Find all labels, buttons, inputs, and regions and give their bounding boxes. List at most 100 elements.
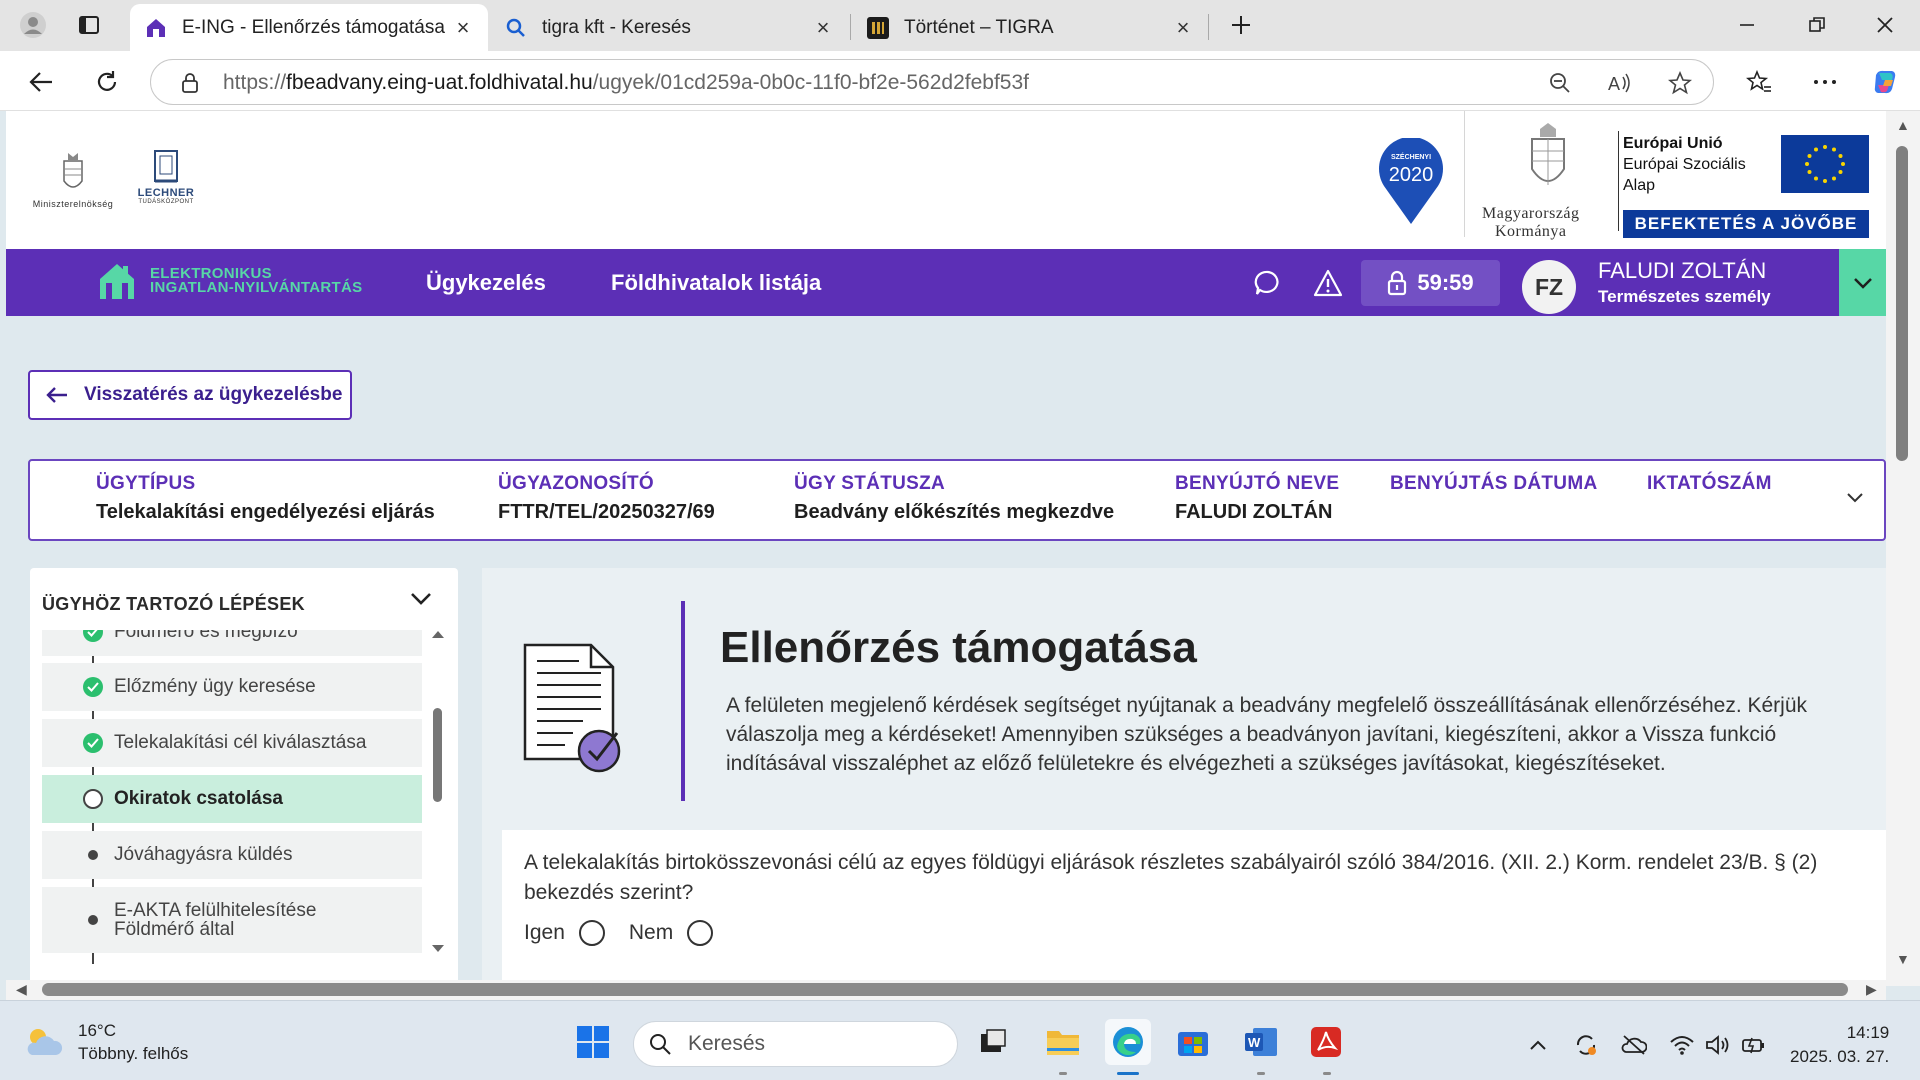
favorite-star-icon[interactable]: [1665, 68, 1695, 98]
case-info-bar: ÜGYTÍPUS Telekalakítási engedélyezési el…: [28, 459, 1886, 541]
check-icon: [83, 630, 103, 642]
eu-banner: BEFEKTETÉS A JÖVŐBE: [1623, 210, 1869, 238]
menu-foldhivatalok-listaja[interactable]: Földhivatalok listája: [611, 270, 821, 296]
arrow-left-icon: [46, 387, 67, 403]
chevron-up-icon[interactable]: [1524, 1031, 1552, 1059]
back-arrow-icon[interactable]: [22, 63, 60, 101]
title-accent-bar: [681, 601, 685, 801]
taskbar-search[interactable]: Keresés: [633, 1021, 958, 1067]
restore-icon[interactable]: [1792, 6, 1842, 44]
step-item[interactable]: Földmérő és megbízó: [42, 630, 422, 656]
read-aloud-icon[interactable]: A: [1605, 68, 1635, 98]
file-explorer-icon[interactable]: [1040, 1019, 1086, 1065]
scroll-left-icon[interactable]: ◀: [16, 981, 27, 998]
wifi-icon[interactable]: [1668, 1031, 1696, 1059]
close-tab-icon[interactable]: ×: [812, 16, 834, 39]
chevron-down-icon[interactable]: [1846, 491, 1864, 509]
profile-icon[interactable]: [18, 10, 48, 40]
step-item[interactable]: Jóváhagyásra küldés: [42, 831, 422, 879]
page-vertical-scrollbar[interactable]: ▲ ▼: [1886, 111, 1920, 986]
check-icon: [83, 677, 103, 697]
weather-widget[interactable]: 16°C Többny. felhős: [24, 1019, 188, 1065]
more-options-icon[interactable]: [1806, 63, 1844, 101]
radio-nem[interactable]: Nem: [629, 920, 714, 946]
search-icon: [650, 1034, 671, 1055]
sync-icon[interactable]: [1572, 1031, 1600, 1059]
page-content: Miniszterelnökség LECHNER TUDÁSKÖZPONT S…: [6, 111, 1886, 986]
app-brand[interactable]: ELEKTRONIKUS INGATLAN-NYILVÁNTARTÁS: [98, 261, 362, 301]
scroll-right-icon[interactable]: ▶: [1866, 981, 1877, 998]
tab-actions-icon[interactable]: [74, 10, 104, 40]
acrobat-icon[interactable]: [1303, 1019, 1349, 1065]
zoom-out-icon[interactable]: [1545, 68, 1575, 98]
avatar[interactable]: FZ: [1522, 260, 1576, 314]
step-item[interactable]: E-AKTA felülhitelesítése Földmérő által: [42, 887, 422, 953]
tab-label: Történet – TIGRA: [904, 16, 1054, 38]
warning-icon[interactable]: [1312, 267, 1344, 299]
chevron-down-icon[interactable]: [410, 592, 432, 611]
scroll-down-icon[interactable]: [428, 943, 448, 955]
scroll-up-icon[interactable]: [428, 628, 448, 640]
back-to-case-management-button[interactable]: Visszatérés az ügykezelésbe: [28, 370, 352, 420]
logo-strip: Miniszterelnökség LECHNER TUDÁSKÖZPONT S…: [6, 111, 1886, 249]
close-tab-icon[interactable]: ×: [452, 16, 474, 39]
search-icon: [504, 16, 528, 40]
close-window-icon[interactable]: [1860, 6, 1910, 44]
word-icon[interactable]: W: [1238, 1019, 1284, 1065]
search-placeholder: Keresés: [688, 1032, 766, 1055]
radio-igen[interactable]: Igen: [524, 920, 605, 946]
step-item[interactable]: Telekalakítási cél kiválasztása: [42, 719, 422, 767]
refresh-icon[interactable]: [88, 63, 126, 101]
lock-icon[interactable]: [175, 68, 205, 98]
new-tab-icon[interactable]: [1226, 10, 1256, 40]
step-item-current[interactable]: Okiratok csatolása: [42, 775, 422, 823]
answer-radio-group: Igen Nem: [524, 920, 737, 946]
brand-house-icon: [100, 264, 134, 299]
steps-scrollbar[interactable]: [428, 628, 448, 968]
lock-icon: [1388, 270, 1407, 296]
scrollbar-thumb[interactable]: [433, 708, 442, 802]
url-text: https://fbeadvany.eing-uat.foldhivatal.h…: [223, 71, 1029, 94]
clock-date: 2025. 03. 27.: [1790, 1047, 1890, 1066]
tab-e-ing[interactable]: E-ING - Ellenőrzés támogatása ×: [130, 4, 488, 51]
szechenyi-label: SZÉCHENYI: [1390, 154, 1432, 161]
radio-button[interactable]: [687, 920, 714, 946]
system-clock[interactable]: 14:19 2025. 03. 27.: [1790, 1021, 1889, 1069]
radio-button[interactable]: [578, 920, 605, 946]
menu-ugykezeles[interactable]: Ügykezelés: [426, 270, 546, 296]
lechner-logo-subtext: TUDÁSKÖZPONT: [138, 199, 194, 205]
eu-logo: Európai Unió Európai Szociális Alap BEFE…: [1623, 133, 1873, 238]
scrollbar-thumb[interactable]: [42, 983, 1848, 996]
step-item[interactable]: Előzmény ügy keresése: [42, 663, 422, 711]
scroll-down-icon[interactable]: ▼: [1896, 951, 1910, 967]
battery-icon[interactable]: [1740, 1031, 1768, 1059]
government-logo-text: Magyarország Kormánya: [1482, 205, 1580, 240]
case-steps-panel: ÜGYHÖZ TARTOZÓ LÉPÉSEK Földmérő és megbí…: [30, 568, 458, 986]
address-bar: https://fbeadvany.eing-uat.foldhivatal.h…: [0, 51, 1920, 111]
coat-of-arms-icon: [1526, 121, 1570, 206]
page-horizontal-scrollbar[interactable]: ◀ ▶: [6, 980, 1886, 1000]
store-icon[interactable]: [1170, 1019, 1216, 1065]
szechenyi-2020-logo: SZÉCHENYI 2020: [1378, 136, 1444, 226]
url-field[interactable]: https://fbeadvany.eing-uat.foldhivatal.h…: [150, 59, 1714, 105]
tab-tigra[interactable]: Történet – TIGRA ×: [852, 4, 1208, 51]
volume-icon[interactable]: [1704, 1031, 1732, 1059]
favorites-icon[interactable]: [1740, 63, 1778, 101]
minimize-icon[interactable]: [1722, 6, 1772, 44]
scrollbar-thumb[interactable]: [1896, 146, 1908, 461]
copilot-icon[interactable]: [1866, 63, 1904, 101]
user-menu-toggle[interactable]: [1839, 249, 1886, 316]
lechner-logo-text: LECHNER: [137, 187, 195, 199]
session-timer: 59:59: [1361, 260, 1500, 306]
info-case-type: ÜGYTÍPUS Telekalakítási engedélyezési el…: [96, 473, 435, 523]
scroll-up-icon[interactable]: ▲: [1896, 117, 1910, 133]
tab-separator: [850, 14, 851, 40]
cloud-off-icon[interactable]: [1620, 1031, 1648, 1059]
tab-search[interactable]: tigra kft - Keresés ×: [490, 4, 848, 51]
start-icon[interactable]: [570, 1019, 616, 1065]
chat-icon[interactable]: [1252, 267, 1284, 299]
cloud-icon: [27, 1029, 63, 1055]
close-tab-icon[interactable]: ×: [1172, 16, 1194, 39]
edge-icon[interactable]: [1105, 1019, 1151, 1065]
task-view-icon[interactable]: [970, 1019, 1016, 1065]
